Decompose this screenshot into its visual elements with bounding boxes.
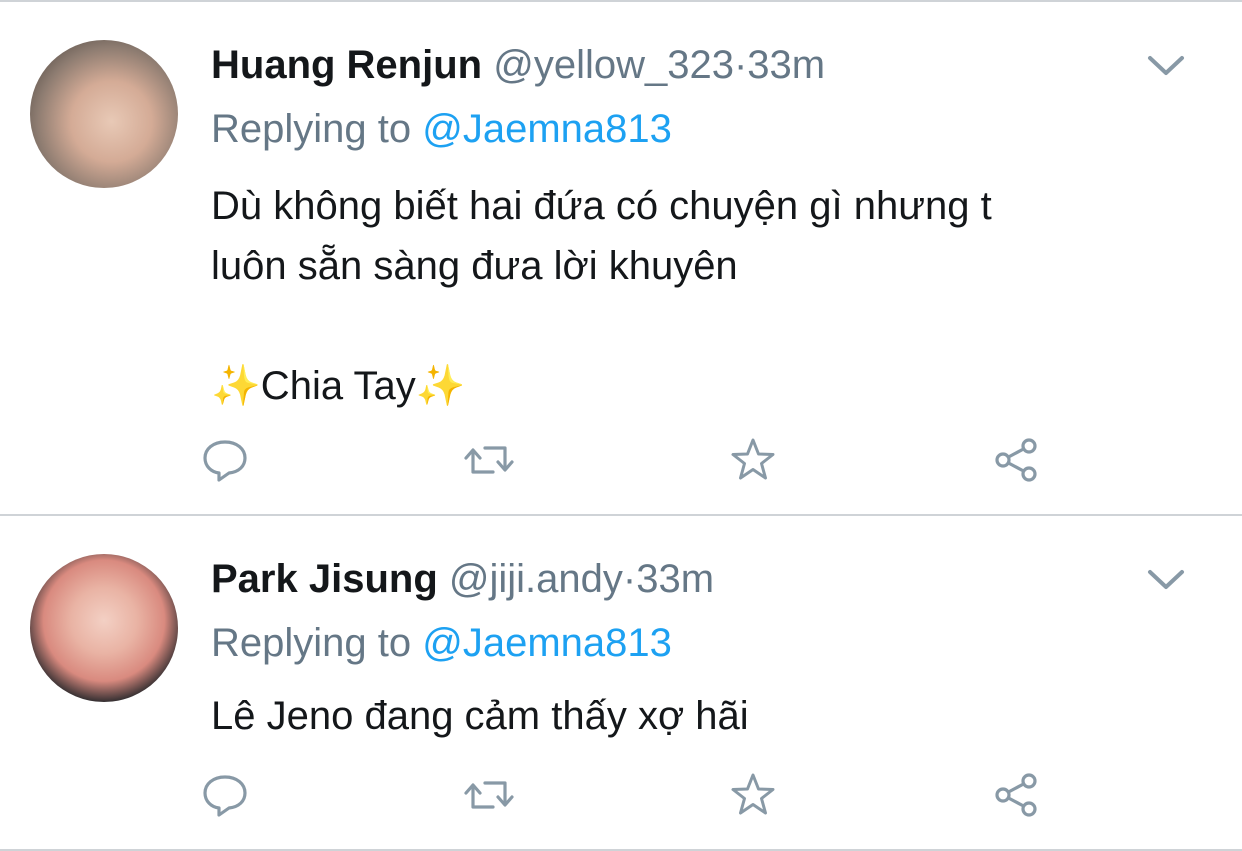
retweet-icon — [464, 446, 514, 474]
tweet-header: Huang Renjun @yellow_323·33m — [211, 40, 825, 90]
reply-mention-link[interactable]: @Jaemna813 — [422, 621, 672, 665]
reply-button[interactable] — [199, 769, 251, 821]
replying-label: Replying to — [211, 621, 423, 665]
avatar[interactable] — [30, 554, 178, 702]
author-handle[interactable]: @jiji.andy — [449, 557, 623, 601]
timestamp[interactable]: 33m — [636, 557, 714, 601]
tweet[interactable]: Park Jisung @jiji.andy·33m Replying to @… — [0, 516, 1242, 851]
share-icon — [995, 438, 1037, 482]
retweet-button[interactable] — [463, 434, 515, 486]
replying-to: Replying to @Jaemna813 — [211, 616, 672, 670]
reply-button[interactable] — [199, 434, 251, 486]
tweet-actions — [0, 434, 1242, 490]
like-button[interactable] — [727, 434, 779, 486]
avatar[interactable] — [30, 40, 178, 188]
reply-mention-link[interactable]: @Jaemna813 — [422, 107, 672, 151]
author-name[interactable]: Park Jisung — [211, 557, 438, 601]
tweet-text: Dù không biết hai đứa có chuyện gì nhưng… — [211, 184, 992, 408]
reply-bubble-icon — [203, 775, 247, 817]
timestamp[interactable]: 33m — [747, 43, 825, 87]
tweet[interactable]: Huang Renjun @yellow_323·33m Replying to… — [0, 2, 1242, 516]
tweet-header: Park Jisung @jiji.andy·33m — [211, 554, 714, 604]
star-icon — [731, 438, 775, 480]
reply-bubble-icon — [203, 440, 247, 482]
share-button[interactable] — [991, 769, 1043, 821]
replying-to: Replying to @Jaemna813 — [211, 102, 672, 156]
star-icon — [731, 773, 775, 815]
replying-label: Replying to — [211, 107, 423, 151]
share-icon — [995, 773, 1037, 817]
chevron-down-icon[interactable] — [1146, 52, 1186, 80]
author-name[interactable]: Huang Renjun — [211, 43, 482, 87]
author-handle[interactable]: @yellow_323 — [493, 43, 734, 87]
retweet-icon — [464, 781, 514, 809]
separator-dot: · — [733, 43, 748, 87]
share-button[interactable] — [991, 434, 1043, 486]
separator-dot: · — [622, 557, 637, 601]
like-button[interactable] — [727, 769, 779, 821]
tweet-actions — [0, 769, 1242, 825]
tweet-text: Lê Jeno đang cảm thấy xợ hãi — [211, 694, 749, 738]
chevron-down-icon[interactable] — [1146, 566, 1186, 594]
retweet-button[interactable] — [463, 769, 515, 821]
